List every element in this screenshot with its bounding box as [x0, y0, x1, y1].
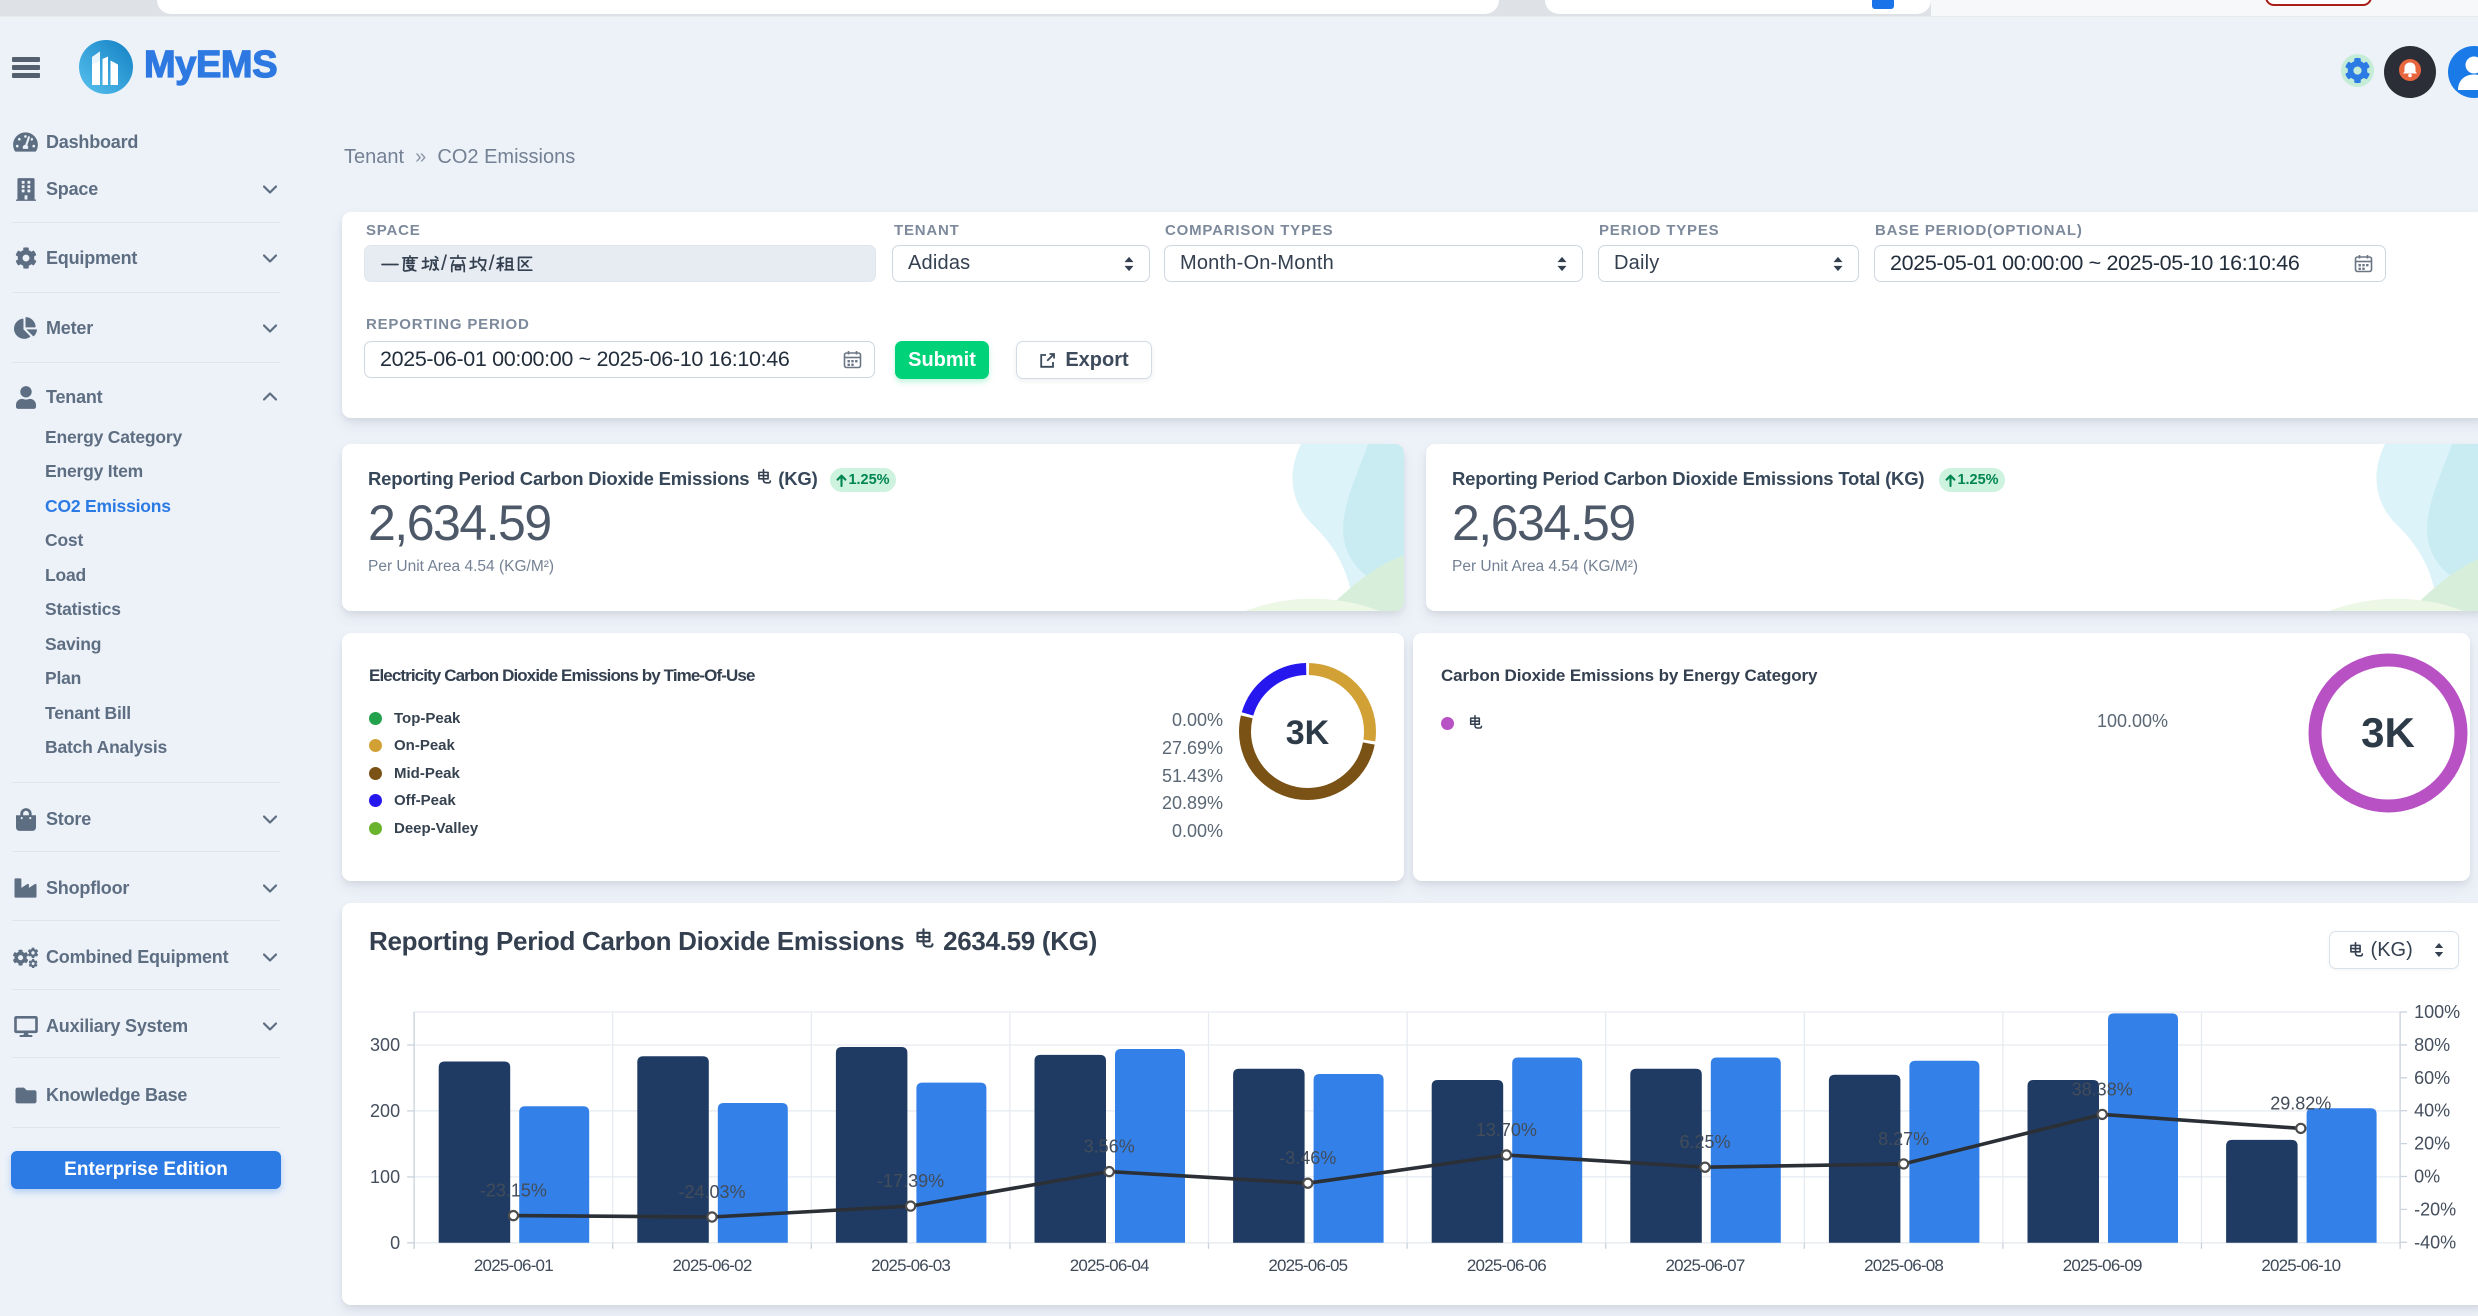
svg-text:-17.39%: -17.39%	[877, 1171, 944, 1191]
svg-text:-40%: -40%	[2414, 1232, 2456, 1252]
svg-text:3K: 3K	[2361, 709, 2415, 756]
svg-text:-24.03%: -24.03%	[678, 1182, 745, 1202]
svg-text:100%: 100%	[2414, 1002, 2460, 1022]
svg-text:2025-06-06: 2025-06-06	[1467, 1256, 1546, 1275]
svg-text:300: 300	[370, 1035, 400, 1055]
svg-text:2025-06-03: 2025-06-03	[871, 1256, 950, 1275]
svg-text:3K: 3K	[1286, 714, 1330, 752]
svg-text:2025-06-04: 2025-06-04	[1070, 1256, 1149, 1275]
svg-text:-23.15%: -23.15%	[480, 1181, 547, 1201]
svg-text:2025-06-09: 2025-06-09	[2063, 1256, 2142, 1275]
svg-text:8.27%: 8.27%	[1878, 1129, 1929, 1149]
svg-text:2025-06-02: 2025-06-02	[673, 1256, 752, 1275]
svg-text:200: 200	[370, 1101, 400, 1121]
svg-text:0: 0	[390, 1233, 400, 1253]
svg-text:40%: 40%	[2414, 1101, 2450, 1121]
svg-text:13.70%: 13.70%	[1476, 1120, 1537, 1140]
svg-text:60%: 60%	[2414, 1068, 2450, 1088]
svg-text:38.38%: 38.38%	[2072, 1079, 2133, 1099]
svg-text:6.25%: 6.25%	[1679, 1132, 1730, 1152]
svg-text:29.82%: 29.82%	[2270, 1093, 2331, 1113]
svg-text:2025-06-10: 2025-06-10	[2261, 1256, 2340, 1275]
svg-text:2025-06-05: 2025-06-05	[1268, 1256, 1347, 1275]
svg-text:20%: 20%	[2414, 1134, 2450, 1154]
svg-text:80%: 80%	[2414, 1035, 2450, 1055]
svg-text:100: 100	[370, 1167, 400, 1187]
svg-text:-20%: -20%	[2414, 1199, 2456, 1219]
svg-text:2025-06-01: 2025-06-01	[474, 1256, 553, 1275]
svg-text:-3.46%: -3.46%	[1279, 1148, 1336, 1168]
svg-text:0%: 0%	[2414, 1167, 2440, 1187]
svg-text:2025-06-07: 2025-06-07	[1666, 1256, 1745, 1275]
svg-text:3.56%: 3.56%	[1084, 1137, 1135, 1157]
svg-text:2025-06-08: 2025-06-08	[1864, 1256, 1943, 1275]
